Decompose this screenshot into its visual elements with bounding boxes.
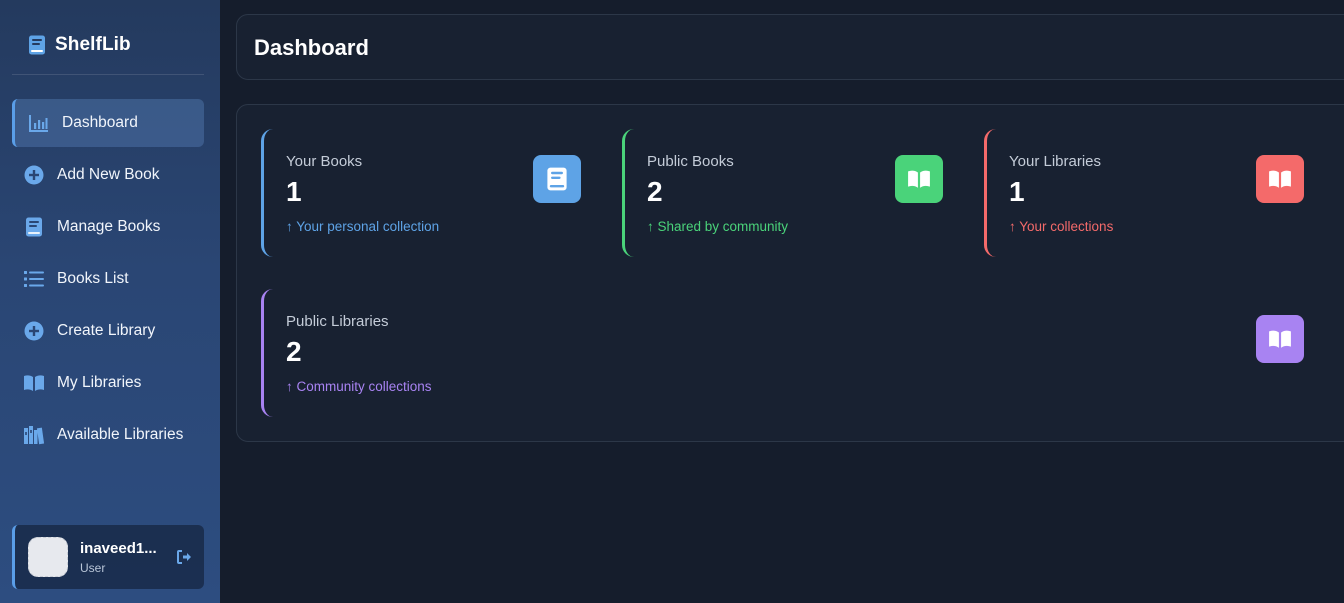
divider xyxy=(12,74,204,75)
plus-circle-icon xyxy=(23,320,45,342)
page-title: Dashboard xyxy=(254,35,369,60)
sidebar-item-label: Dashboard xyxy=(62,114,138,131)
sidebar-item-my-libraries[interactable]: My Libraries xyxy=(12,359,204,407)
open-book-icon xyxy=(1256,155,1304,203)
stat-subtitle: ↑ Your personal collection xyxy=(286,219,440,234)
page-header: Dashboard xyxy=(236,14,1344,80)
stats-panel: Your Books 1 ↑ Your personal collection … xyxy=(236,104,1344,442)
stat-title: Public Books xyxy=(647,153,734,170)
chart-icon xyxy=(28,112,50,134)
sidebar-item-available-libraries[interactable]: Available Libraries xyxy=(12,411,204,459)
sidebar-item-create-library[interactable]: Create Library xyxy=(12,307,204,355)
brand[interactable]: ShelfLib xyxy=(28,32,131,58)
list-icon xyxy=(23,268,45,290)
sidebar-item-add-new-book[interactable]: Add New Book xyxy=(12,151,204,199)
open-book-icon xyxy=(1256,315,1304,363)
stat-value: 1 xyxy=(1009,176,1025,207)
stat-value: 2 xyxy=(647,176,663,207)
sidebar-item-label: Manage Books xyxy=(57,218,161,235)
user-profile[interactable]: inaveed1... User xyxy=(12,525,204,589)
sidebar-nav: Dashboard Add New Book Manage Books Book… xyxy=(12,99,204,463)
stat-title: Your Libraries xyxy=(1009,153,1101,170)
logout-icon[interactable] xyxy=(176,549,192,565)
user-info: inaveed1... User xyxy=(80,540,168,575)
stat-value: 2 xyxy=(286,336,302,367)
book-icon xyxy=(533,155,581,203)
stat-subtitle: ↑ Your collections xyxy=(1009,219,1114,234)
avatar[interactable] xyxy=(28,537,68,577)
sidebar-item-label: Books List xyxy=(57,270,129,287)
book-icon xyxy=(28,35,46,55)
stat-subtitle: ↑ Shared by community xyxy=(647,219,789,234)
sidebar-item-label: Create Library xyxy=(57,322,156,339)
user-name: inaveed1... xyxy=(80,539,157,557)
stat-card-your-books[interactable]: Your Books 1 ↑ Your personal collection xyxy=(261,129,591,257)
sidebar-item-label: My Libraries xyxy=(57,374,142,391)
stat-card-public-books[interactable]: Public Books 2 ↑ Shared by community xyxy=(622,129,952,257)
user-role: User xyxy=(80,560,106,575)
stat-card-public-libraries[interactable]: Public Libraries 2 ↑ Community collectio… xyxy=(261,289,1304,417)
stat-title: Your Books xyxy=(286,153,363,170)
stat-value: 1 xyxy=(286,176,302,207)
sidebar-item-manage-books[interactable]: Manage Books xyxy=(12,203,204,251)
sidebar-item-dashboard[interactable]: Dashboard xyxy=(12,99,204,147)
stat-subtitle: ↑ Community collections xyxy=(286,379,432,394)
sidebar: ShelfLib Dashboard Add New Book Manage B… xyxy=(0,0,220,603)
open-book-icon xyxy=(23,372,45,394)
brand-name: ShelfLib xyxy=(55,34,131,55)
stat-title: Public Libraries xyxy=(286,313,389,330)
book-icon xyxy=(23,216,45,238)
sidebar-item-label: Add New Book xyxy=(57,166,160,183)
plus-circle-icon xyxy=(23,164,45,186)
sidebar-item-label: Available Libraries xyxy=(57,426,184,443)
sidebar-item-books-list[interactable]: Books List xyxy=(12,255,204,303)
stat-card-your-libraries[interactable]: Your Libraries 1 ↑ Your collections xyxy=(984,129,1314,257)
shelves-icon xyxy=(23,424,45,446)
open-book-icon xyxy=(895,155,943,203)
